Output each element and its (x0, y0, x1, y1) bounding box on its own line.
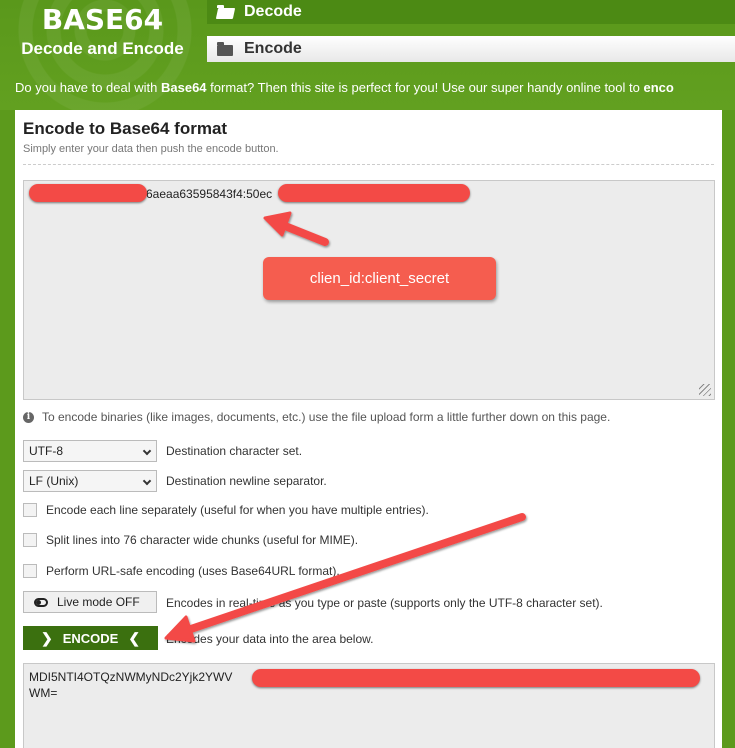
nav-decode-button[interactable]: Decode (207, 0, 735, 24)
output-textarea[interactable]: MDI5NTI4OTQzNWMyNDc2Yjk2YWV WM= (23, 663, 715, 748)
live-mode-label: Live mode OFF (57, 595, 140, 609)
chevron-right-icon: ❯ (40, 629, 53, 646)
intro-text: Do you have to deal with Base64 format? … (15, 80, 674, 95)
info-icon: i (23, 411, 34, 423)
newline-label: Destination newline separator. (166, 474, 327, 488)
split-lines-checkbox[interactable] (23, 533, 37, 547)
charset-label: Destination character set. (166, 444, 303, 458)
encode-panel: Encode to Base64 format Simply enter you… (15, 110, 722, 748)
site-subtitle: Decode and Encode (21, 39, 184, 58)
panel-heading: Encode to Base64 format (23, 119, 228, 138)
folder-open-icon (217, 5, 235, 19)
folder-icon (217, 42, 235, 56)
split-lines-label: Split lines into 76 character wide chunk… (46, 533, 359, 547)
chevron-down-icon (142, 446, 152, 456)
charset-select[interactable]: UTF-8 (23, 440, 157, 462)
newline-value: LF (Unix) (29, 474, 79, 488)
encode-button[interactable]: ❯ ENCODE ❮ (23, 626, 158, 650)
url-safe-checkbox[interactable] (23, 564, 37, 578)
redaction-mark (29, 184, 147, 202)
intro-bold-base64: Base64 (160, 80, 207, 95)
panel-hint: Simply enter your data then push the enc… (23, 143, 279, 155)
redaction-mark (278, 184, 470, 202)
divider (23, 164, 714, 165)
newline-select[interactable]: LF (Unix) (23, 470, 157, 492)
annotation-callout: clien_id:client_secret (263, 257, 496, 300)
nav-encode-button[interactable]: Encode (207, 36, 735, 62)
split-lines-option[interactable]: Split lines into 76 character wide chunk… (23, 533, 358, 547)
chevron-left-icon: ❮ (128, 629, 141, 646)
nav-encode-label: Encode (244, 40, 302, 57)
input-visible-text: 6aeaa63595843f4:50ec (146, 187, 273, 201)
encode-button-label: ENCODE (62, 630, 119, 646)
url-safe-label: Perform URL-safe encoding (uses Base64UR… (46, 564, 340, 578)
redaction-mark (252, 669, 700, 687)
live-mode-description: Encodes in real-time as you type or past… (166, 596, 603, 610)
url-safe-option[interactable]: Perform URL-safe encoding (uses Base64UR… (23, 564, 340, 578)
output-line-2: WM= (29, 686, 58, 700)
charset-value: UTF-8 (29, 444, 63, 458)
chevron-down-icon (142, 476, 152, 486)
intro-bold-encode: enco (643, 80, 674, 95)
info-line: i To encode binaries (like images, docum… (23, 410, 610, 424)
resize-handle[interactable] (699, 384, 711, 396)
each-line-option[interactable]: Encode each line separately (useful for … (23, 503, 429, 517)
live-mode-button[interactable]: Live mode OFF (23, 591, 157, 613)
encode-description: Encodes your data into the area below. (166, 632, 374, 646)
info-text: To encode binaries (like images, documen… (42, 410, 611, 424)
site-title: BASE64 (41, 3, 164, 36)
each-line-label: Encode each line separately (useful for … (46, 503, 429, 517)
site-logo[interactable]: BASE64 Decode and Encode (0, 0, 205, 64)
nav-decode-label: Decode (244, 3, 302, 20)
each-line-checkbox[interactable] (23, 503, 37, 517)
toggle-icon (34, 597, 48, 607)
